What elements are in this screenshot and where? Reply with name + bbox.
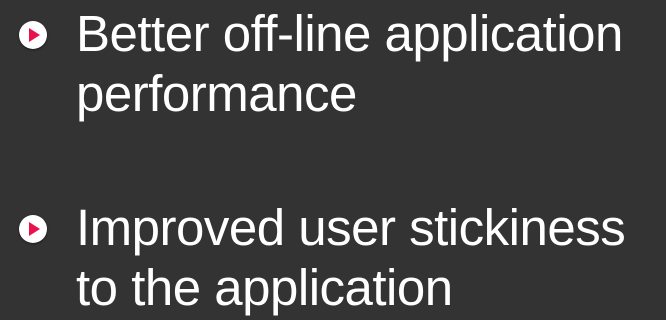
play-circle-icon bbox=[19, 21, 47, 49]
bullet-text: Better off-line application performance bbox=[76, 4, 666, 124]
bullet-line: Improved user stickiness bbox=[76, 199, 626, 256]
bullet-line: to the application bbox=[76, 259, 453, 316]
bullet-text: Improved user stickiness to the applicat… bbox=[76, 198, 666, 318]
slide: Better off-line application performance … bbox=[0, 0, 666, 320]
bullet-line: performance bbox=[76, 65, 357, 122]
play-circle-icon bbox=[19, 215, 47, 243]
bullet-line: Better off-line application bbox=[76, 5, 623, 62]
